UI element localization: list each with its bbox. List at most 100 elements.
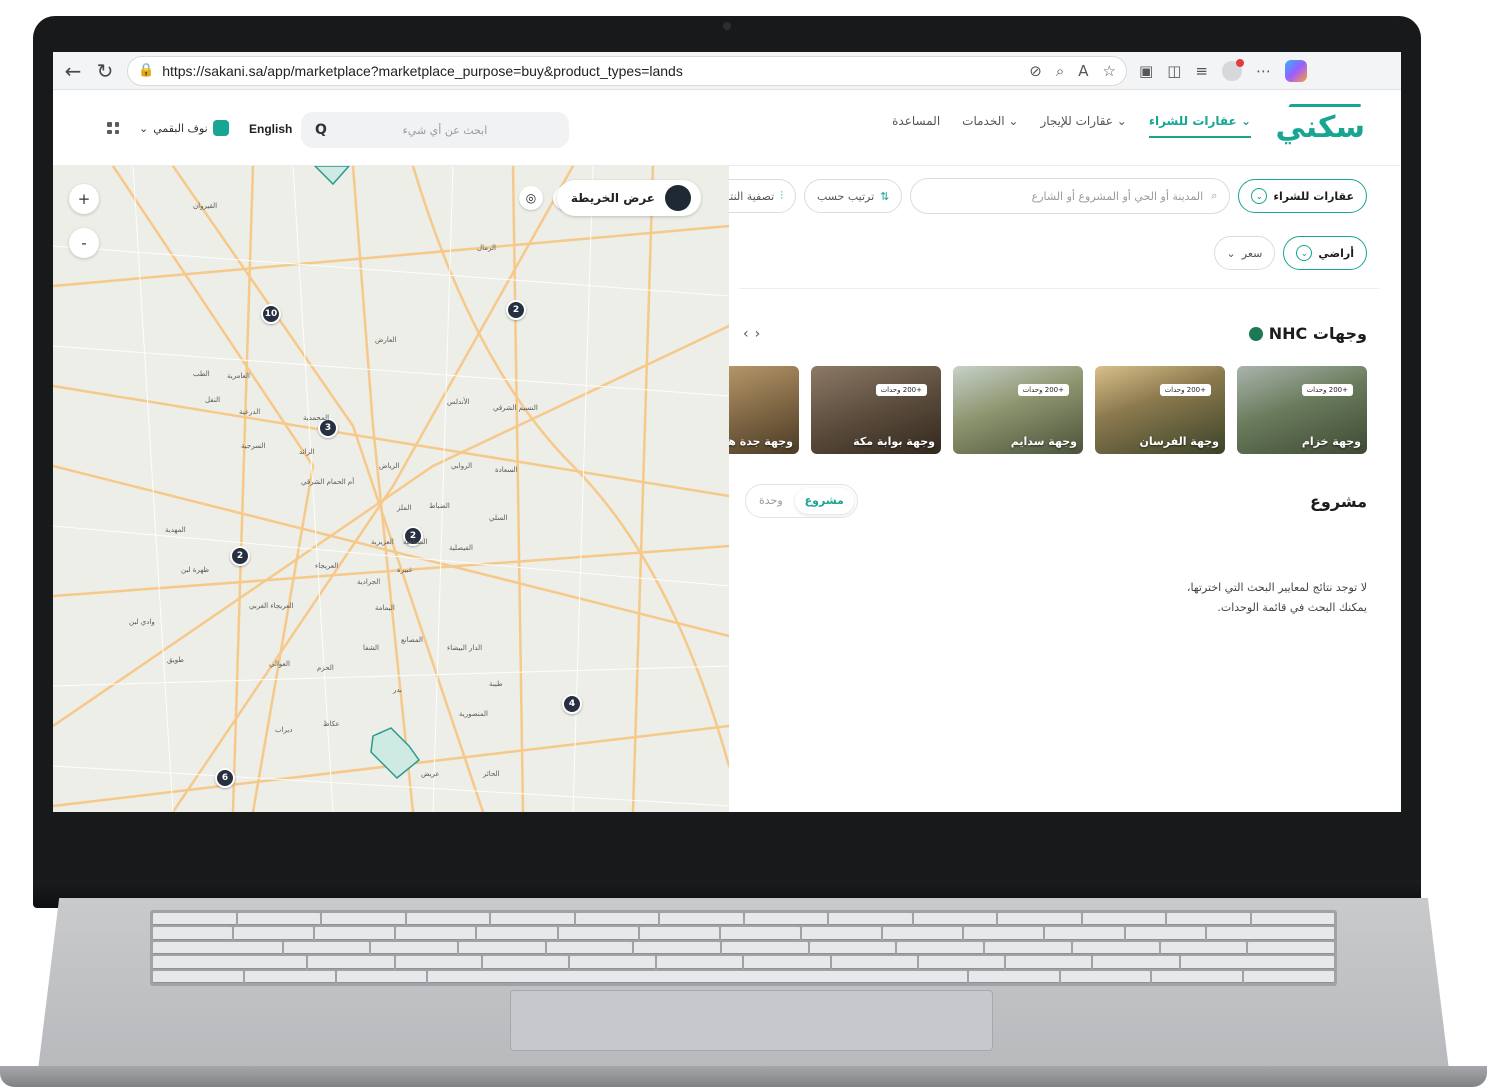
refresh-icon[interactable]: ↻ bbox=[95, 61, 115, 81]
zoom-icon[interactable]: ⌕ bbox=[1056, 62, 1064, 80]
sort-button[interactable]: ⇅ ترتيب حسب bbox=[803, 179, 903, 213]
more-menu-icon[interactable]: ⋯ bbox=[1256, 62, 1271, 80]
map-place-label: الطب bbox=[193, 370, 210, 378]
price-label: سعر bbox=[1241, 246, 1263, 260]
destination-card[interactable]: +200 وحدات وجهة بوابة مكة bbox=[811, 366, 941, 454]
trackpad bbox=[510, 990, 993, 1051]
chevron-right-icon[interactable]: › bbox=[755, 326, 767, 342]
destination-card[interactable]: وجهة جدة هايد bbox=[729, 366, 799, 454]
map-cluster-marker[interactable]: 10 bbox=[261, 304, 281, 324]
map-cluster-marker[interactable]: 2 bbox=[506, 300, 526, 320]
site-header: سكني عقارات للشراء ⌄ عقارات للإيجار ⌄ ال… bbox=[53, 90, 1401, 166]
chevron-left-icon[interactable]: ‹ bbox=[743, 326, 755, 342]
zoom-in-button[interactable]: + bbox=[69, 184, 99, 214]
map-view-toggle[interactable]: عرض الخريطة bbox=[556, 180, 701, 216]
favorites-list-icon[interactable]: ≡ bbox=[1195, 62, 1208, 80]
destination-card[interactable]: +200 وحدات وجهة سدايم bbox=[953, 366, 1083, 454]
project-unit-toggle: مشروع وحدة bbox=[745, 484, 858, 518]
carousel-arrows: ‹› bbox=[743, 326, 766, 342]
map-place-label: المهدية bbox=[165, 526, 186, 534]
filter-bar: عقارات للشراء ⌄ ⌕ المدينة أو الحي أو الم… bbox=[729, 178, 1367, 214]
map-cluster-marker[interactable]: 6 bbox=[215, 768, 235, 788]
url-text: https://sakani.sa/app/marketplace?market… bbox=[162, 62, 683, 79]
main-nav: عقارات للشراء ⌄ عقارات للإيجار ⌄ الخدمات… bbox=[892, 114, 1251, 138]
sort-label: ترتيب حسب bbox=[816, 189, 875, 203]
price-dropdown[interactable]: سعر ⌄ bbox=[1213, 236, 1276, 270]
listing-panel: عقارات للشراء ⌄ ⌕ المدينة أو الحي أو الم… bbox=[729, 166, 1401, 812]
locate-me-icon[interactable]: ◎ bbox=[519, 186, 543, 210]
copilot-icon[interactable] bbox=[1284, 59, 1307, 82]
map-view[interactable]: 10 2 3 2 2 4 6 5 القيروان الرمال العارض … bbox=[53, 166, 729, 812]
map-place-label: طويق bbox=[167, 656, 184, 664]
map-place-label: ديراب bbox=[275, 726, 293, 734]
map-place-label: عكاظ bbox=[323, 720, 340, 728]
map-place-label: الحزم bbox=[317, 664, 334, 672]
lock-icon: 🔒 bbox=[138, 63, 155, 78]
browser-toolbar: ← ↻ 🔒 https://sakani.sa/app/marketplace?… bbox=[53, 52, 1401, 90]
map-place-label: الحائر bbox=[483, 770, 500, 778]
destinations-title-text: وجهات NHC bbox=[1268, 324, 1367, 343]
zoom-out-button[interactable]: - bbox=[69, 228, 99, 258]
map-place-label: الشفا bbox=[363, 644, 379, 652]
map-place-label: الدار البيضاء bbox=[447, 644, 483, 652]
map-place-label: المنصورية bbox=[459, 710, 489, 718]
map-place-label: العوالي bbox=[269, 660, 290, 668]
map-place-label: الأندلس bbox=[447, 398, 470, 406]
map-place-label: الرائد bbox=[299, 448, 315, 456]
empty-results-message: لا توجد نتائج لمعايير البحث التي اخترتها… bbox=[1186, 581, 1367, 614]
destinations-title: وجهات NHC bbox=[1248, 324, 1367, 343]
nav-buy[interactable]: عقارات للشراء ⌄ bbox=[1148, 114, 1251, 138]
destination-card[interactable]: +200 وحدات وجهة الفرسان bbox=[1095, 366, 1225, 454]
global-search-placeholder: ابحث عن أي شيء bbox=[402, 123, 488, 137]
map-place-label: وادي لبن bbox=[129, 618, 155, 626]
map-place-label: العريجاء الغربي bbox=[249, 602, 294, 610]
units-badge: +200 وحدات bbox=[875, 384, 927, 396]
site-logo[interactable]: سكني bbox=[1275, 108, 1365, 148]
property-type-label: أراضي bbox=[1318, 246, 1354, 260]
chevron-down-icon: ⌄ bbox=[1296, 245, 1313, 261]
language-switch[interactable]: English bbox=[249, 122, 292, 136]
property-type-dropdown[interactable]: أراضي ⌄ bbox=[1283, 236, 1367, 270]
destination-name: وجهة بوابة مكة bbox=[853, 435, 935, 448]
map-place-label: السعادة bbox=[495, 466, 518, 474]
units-badge: +200 وحدات bbox=[1301, 384, 1353, 396]
filter-button[interactable]: ⫶ تصفية النتائج bbox=[729, 179, 796, 213]
search-icon: Q bbox=[315, 122, 327, 138]
map-roads bbox=[53, 166, 729, 812]
map-place-label: المحمدية bbox=[303, 414, 330, 422]
nav-rent[interactable]: عقارات للإيجار ⌄ bbox=[1040, 114, 1126, 138]
nav-help[interactable]: المساعدة bbox=[892, 114, 940, 138]
map-place-label: عريض bbox=[421, 770, 440, 778]
global-search[interactable]: Q ابحث عن أي شيء bbox=[301, 112, 569, 148]
extensions-icon[interactable]: ▣ bbox=[1139, 62, 1153, 80]
favorite-star-icon[interactable]: ☆ bbox=[1103, 62, 1116, 80]
listing-search-input[interactable]: ⌕ المدينة أو الحي أو المشروع أو الشارع bbox=[910, 178, 1231, 214]
map-cluster-marker[interactable]: 2 bbox=[230, 546, 250, 566]
segment-project[interactable]: مشروع bbox=[794, 488, 854, 514]
read-aloud-icon[interactable]: A bbox=[1078, 62, 1088, 80]
map-place-label: الفيصلية bbox=[449, 544, 473, 552]
map-toggle-switch[interactable] bbox=[665, 185, 691, 211]
map-place-label: الصناعية bbox=[403, 538, 428, 546]
destination-card[interactable]: +200 وحدات وجهة خزام bbox=[1237, 366, 1367, 454]
webcam-icon bbox=[723, 22, 731, 30]
map-place-label: العامرية bbox=[227, 372, 250, 380]
user-menu[interactable]: ⌄ نوف البقمي bbox=[139, 120, 229, 136]
purpose-dropdown[interactable]: عقارات للشراء ⌄ bbox=[1238, 179, 1367, 213]
map-cluster-marker[interactable]: 4 bbox=[562, 694, 582, 714]
address-bar[interactable]: 🔒 https://sakani.sa/app/marketplace?mark… bbox=[127, 55, 1127, 86]
map-place-label: أم الحمام الشرقي bbox=[301, 478, 355, 486]
laptop-base bbox=[0, 898, 1487, 1087]
puzzle-icon[interactable]: ◫ bbox=[1167, 62, 1181, 80]
tracking-icon[interactable]: ⊘ bbox=[1029, 62, 1042, 80]
keyboard bbox=[150, 910, 1337, 986]
chevron-down-icon: ⌄ bbox=[1251, 188, 1268, 204]
apps-grid-icon[interactable] bbox=[105, 120, 121, 136]
destination-name: وجهة خزام bbox=[1301, 435, 1361, 448]
profile-avatar[interactable] bbox=[1221, 58, 1244, 81]
nav-services[interactable]: الخدمات ⌄ bbox=[962, 114, 1018, 138]
back-arrow-icon[interactable]: ← bbox=[63, 61, 83, 81]
segment-unit[interactable]: وحدة bbox=[749, 488, 793, 514]
segment-title: مشروع bbox=[1309, 492, 1367, 511]
map-place-label: الروابي bbox=[451, 462, 473, 470]
